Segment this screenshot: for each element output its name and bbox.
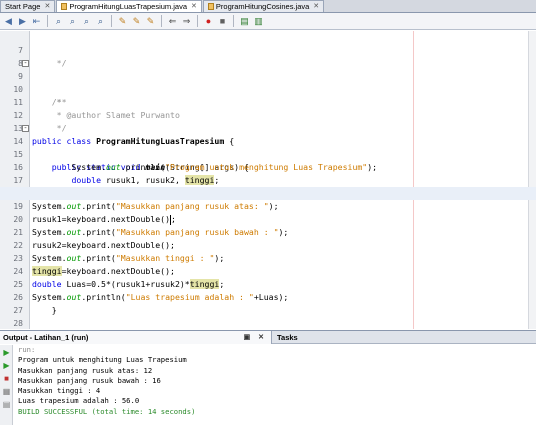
console-line: Masukkan panjang rusuk bawah : 16 [18, 375, 161, 385]
uncomment-icon[interactable]: ▥ [253, 16, 264, 27]
editor-tab-bar: Start Page ✕ ProgramHitungLuasTrapesium.… [0, 0, 536, 13]
close-icon[interactable]: ✕ [313, 1, 319, 13]
forward-icon[interactable]: ▶ [17, 16, 28, 27]
fold-collapse-icon[interactable]: - [22, 125, 29, 132]
code-line: 11 * @author Slamet Purwanto [0, 83, 536, 120]
settings-icon[interactable]: ▤ [2, 400, 11, 409]
rerun-with-params-icon[interactable]: ▶ [2, 361, 11, 370]
toolbar-separator [111, 15, 112, 27]
tasks-tab-label: Tasks [277, 333, 298, 342]
console-line: Masukkan tinggi : 4 [18, 386, 101, 396]
console-line: BUILD SUCCESSFUL (total time: 14 seconds… [18, 406, 196, 416]
shift-right-icon[interactable]: ⇒ [181, 16, 192, 27]
code-line: 8 [0, 44, 536, 68]
tab-program-hitung-cosines[interactable]: ProgramHitungCosines.java ✕ [202, 0, 325, 13]
toolbar-separator [161, 15, 162, 27]
code-line: 24 double Luas=0.5*(rusuk1+rusuk2)*tingg… [0, 252, 536, 289]
output-side-toolbar: ▶ ▶ ■ ▦ ▤ [0, 345, 13, 425]
tab-tasks[interactable]: Tasks [274, 331, 298, 344]
console-line: Luas trapesium adalah : 56.0 [18, 396, 140, 406]
output-window-controls[interactable]: ▣ ✕ [244, 331, 267, 344]
code-line: 22 System.out.print("Masukkan tinggi : "… [0, 226, 536, 263]
code-line: 14 - public static void main(String[] ar… [0, 122, 536, 173]
stop-macro-icon[interactable]: ■ [217, 16, 228, 27]
toolbar-separator [233, 15, 234, 27]
close-icon[interactable]: ✕ [44, 1, 50, 13]
toolbar-separator [47, 15, 48, 27]
comment-icon[interactable]: ▤ [239, 16, 250, 27]
console-line: Masukkan panjang rusuk atas: 12 [18, 365, 153, 375]
code-line: 25 System.out.println("Luas trapesium ad… [0, 265, 536, 302]
find-selection-icon[interactable]: ⌕ [81, 16, 92, 27]
tab-label: ProgramHitungCosines.java [215, 1, 310, 11]
java-file-icon [61, 3, 68, 10]
current-code-line: 19 rusuk1=keyboard.nextDouble(); [0, 187, 536, 225]
code-line: 17 Scanner keyboard =new Scanner(System.… [0, 161, 536, 198]
find-previous-icon[interactable]: ⌕ [53, 16, 64, 27]
tab-start-page[interactable]: Start Page ✕ [0, 0, 56, 13]
output-console[interactable]: run: Program untuk menghitung Luas Trape… [14, 345, 536, 425]
code-editor[interactable]: 7 */ 8 9 - /** 10 * 11 * @author Slamet … [0, 31, 536, 329]
code-line: 16 double rusuk1, rusuk2, tinggi; [0, 148, 536, 185]
console-line: run: [18, 345, 36, 354]
close-icon[interactable]: ✕ [191, 1, 197, 13]
toggle-highlight-icon[interactable]: ⌕ [95, 16, 106, 27]
code-line: 12 */ [0, 96, 536, 133]
stop-icon[interactable]: ■ [2, 374, 11, 383]
stats-icon[interactable]: ▦ [2, 387, 11, 396]
code-line: 23 tinggi=keyboard.nextDouble(); [0, 239, 536, 276]
find-next-icon[interactable]: ⌕ [67, 16, 78, 27]
code-line: 15 System.out.println("Program untuk men… [0, 135, 536, 172]
java-file-icon [207, 3, 214, 10]
toggle-bookmark-icon[interactable]: ✎ [145, 16, 156, 27]
code-line: 18 System.out.print("Masukkan panjang ru… [0, 174, 536, 211]
next-bookmark-icon[interactable]: ✎ [131, 16, 142, 27]
code-line: 10 * [0, 70, 536, 107]
code-line: 26 } [0, 278, 536, 315]
toolbar-separator [197, 15, 198, 27]
tab-label: Start Page [5, 1, 41, 11]
start-macro-icon[interactable]: ● [203, 16, 214, 27]
code-line: 9 - /** [0, 57, 536, 108]
console-line: Program untuk menghitung Luas Trapesium [18, 355, 187, 365]
back-icon[interactable]: ◀ [3, 16, 14, 27]
shift-left-icon[interactable]: ⇐ [167, 16, 178, 27]
editor-toolbar: ◀ ▶ ⇤ ⌕ ⌕ ⌕ ⌕ ✎ ✎ ✎ ⇐ ⇒ ● ■ ▤ ▥ [0, 13, 536, 30]
tab-output[interactable]: Output - Latihan_1 (run) ▣ ✕ [0, 331, 272, 344]
rerun-icon[interactable]: ▶ [2, 348, 11, 357]
output-tab-label: Output - Latihan_1 (run) [3, 333, 89, 342]
tab-program-hitung-luas-trapesium[interactable]: ProgramHitungLuasTrapesium.java ✕ [56, 0, 202, 12]
tab-label: ProgramHitungLuasTrapesium.java [69, 1, 188, 11]
code-line: 7 */ [0, 31, 536, 68]
code-line: 21 rusuk2=keyboard.nextDouble(); [0, 213, 536, 250]
previous-bookmark-icon[interactable]: ✎ [117, 16, 128, 27]
last-edit-icon[interactable]: ⇤ [31, 16, 42, 27]
code-line: 29 [0, 317, 536, 329]
code-line: 27 [0, 291, 536, 315]
code-line: 28 } [0, 304, 536, 328]
code-line: 13 public class ProgramHitungLuasTrapesi… [0, 109, 536, 146]
output-panel-header: Output - Latihan_1 (run) ▣ ✕ Tasks [0, 330, 536, 344]
code-line: 20 System.out.print("Masukkan panjang ru… [0, 200, 536, 237]
fold-collapse-icon[interactable]: - [22, 60, 29, 67]
